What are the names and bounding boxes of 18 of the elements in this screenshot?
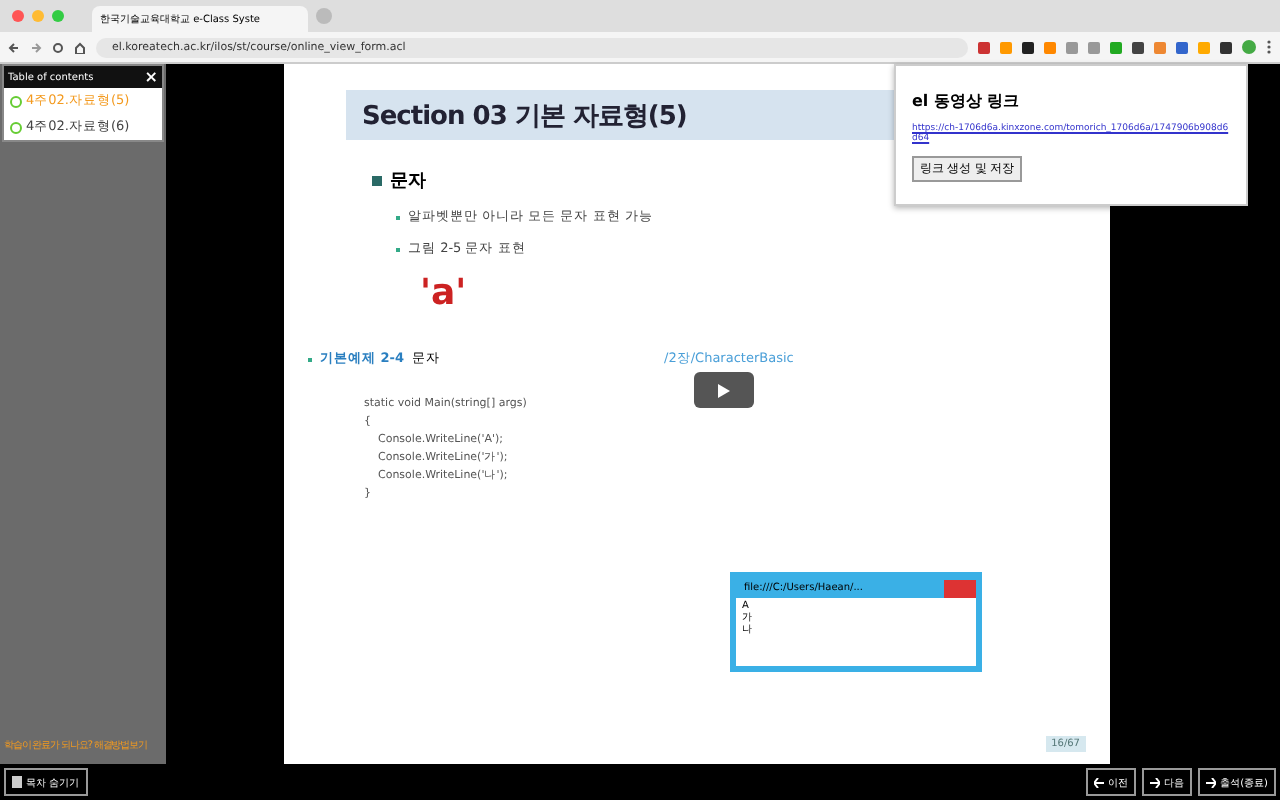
profile-icon[interactable] [1242, 40, 1256, 54]
arrow-icon [1206, 777, 1217, 787]
slide-heading: 문자 [390, 170, 426, 194]
figure-text: 'a' [420, 272, 469, 314]
home-icon[interactable] [74, 41, 86, 53]
popup-title: el 동영상 링크 [912, 90, 1020, 112]
reload-icon[interactable] [52, 41, 64, 53]
square-bullet-icon [372, 176, 382, 186]
new-tab-button[interactable] [316, 8, 332, 24]
arrow-icon [1094, 777, 1105, 787]
play-button[interactable] [694, 372, 754, 408]
close-button[interactable]: × [144, 68, 158, 86]
forward-icon[interactable] [30, 41, 42, 53]
play-icon [718, 383, 730, 397]
menu-icon[interactable] [1266, 40, 1272, 54]
arrow-icon [1150, 777, 1161, 787]
close-button[interactable] [944, 579, 976, 597]
back-icon[interactable] [8, 41, 20, 53]
